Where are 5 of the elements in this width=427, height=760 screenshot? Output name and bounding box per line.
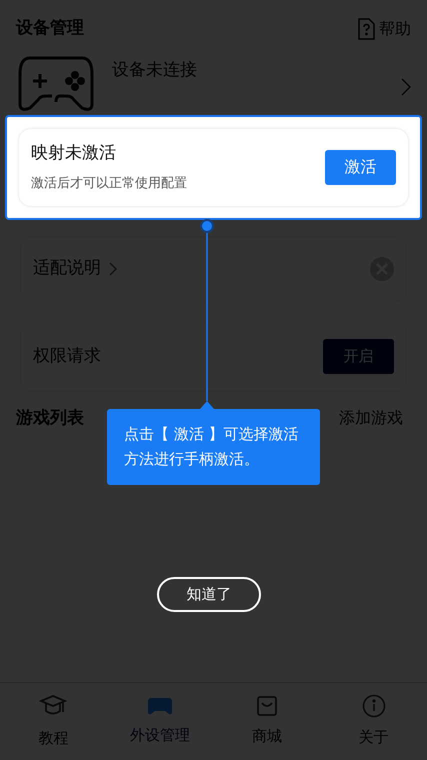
tooltip-text: 点击【 激活 】可选择激活方法进行手柄激活。: [124, 424, 300, 470]
activate-button[interactable]: 激活: [325, 150, 396, 184]
got-it-button[interactable]: 知道了: [157, 577, 261, 612]
card-title: 映射未激活: [31, 142, 117, 164]
card-subtitle: 激活后才可以正常使用配置: [31, 175, 187, 193]
